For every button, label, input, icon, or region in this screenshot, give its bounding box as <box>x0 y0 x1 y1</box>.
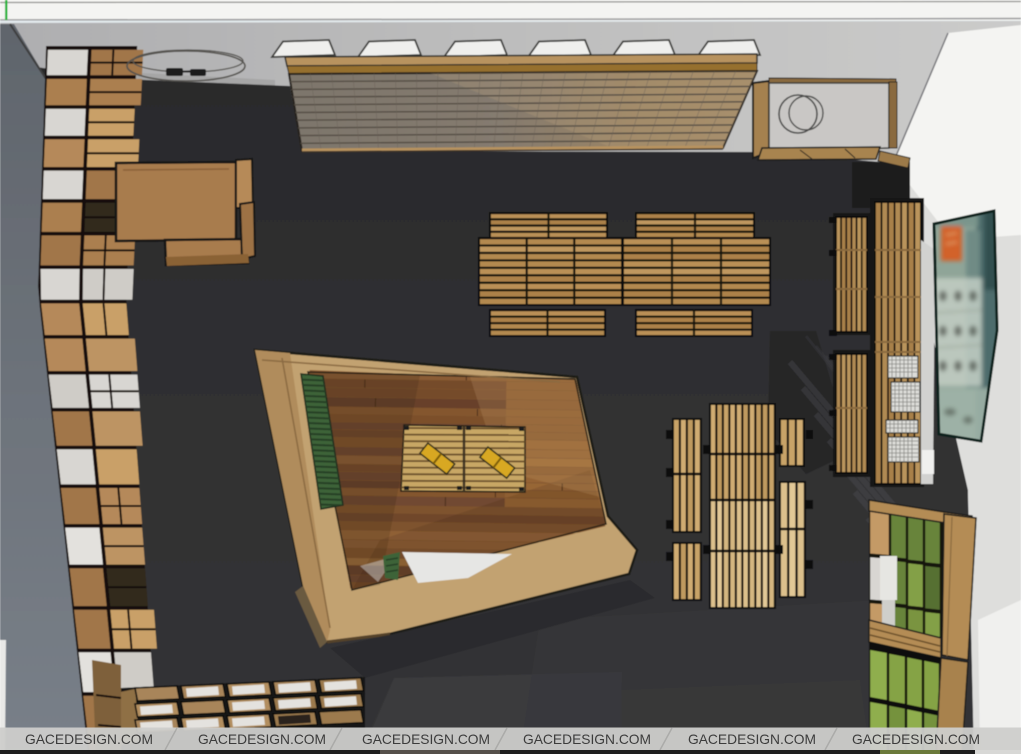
svg-text:GACEDESIGN.COM: GACEDESIGN.COM <box>523 732 651 747</box>
svg-text:GACEDESIGN.COM: GACEDESIGN.COM <box>25 732 153 747</box>
svg-text:GACEDESIGN.COM: GACEDESIGN.COM <box>852 732 980 747</box>
svg-text:GACEDESIGN.COM: GACEDESIGN.COM <box>198 732 326 747</box>
svg-text:GACEDESIGN.COM: GACEDESIGN.COM <box>362 732 490 747</box>
svg-text:GACEDESIGN.COM: GACEDESIGN.COM <box>688 732 816 747</box>
